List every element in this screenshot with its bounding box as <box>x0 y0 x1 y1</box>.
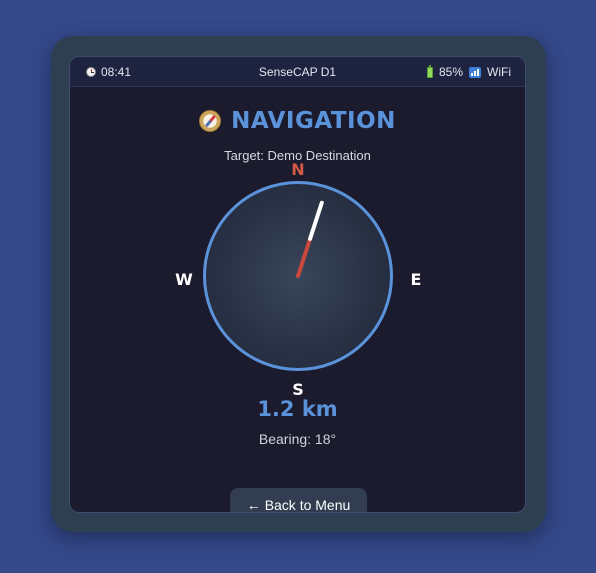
compass-needle <box>296 200 324 278</box>
device-bezel: 08:41 SenseCAP D1 85% WiFi NAVIGATION Ta… <box>51 36 546 532</box>
compass-north-label: N <box>291 160 305 179</box>
bearing-value: Bearing: 18° <box>258 431 337 447</box>
back-to-menu-button[interactable]: ← Back to Menu <box>230 488 367 513</box>
distance-value: 1.2 km <box>257 397 338 421</box>
compass-west-label: W <box>175 270 193 289</box>
device-screen: 08:41 SenseCAP D1 85% WiFi NAVIGATION Ta… <box>69 56 526 513</box>
needle-north-half <box>308 200 324 241</box>
back-button-label: Back to Menu <box>264 497 351 513</box>
back-arrow-icon: ← <box>246 497 261 513</box>
compass-east-label: E <box>410 270 422 289</box>
needle-group <box>296 200 324 278</box>
needle-south-half <box>296 236 313 278</box>
